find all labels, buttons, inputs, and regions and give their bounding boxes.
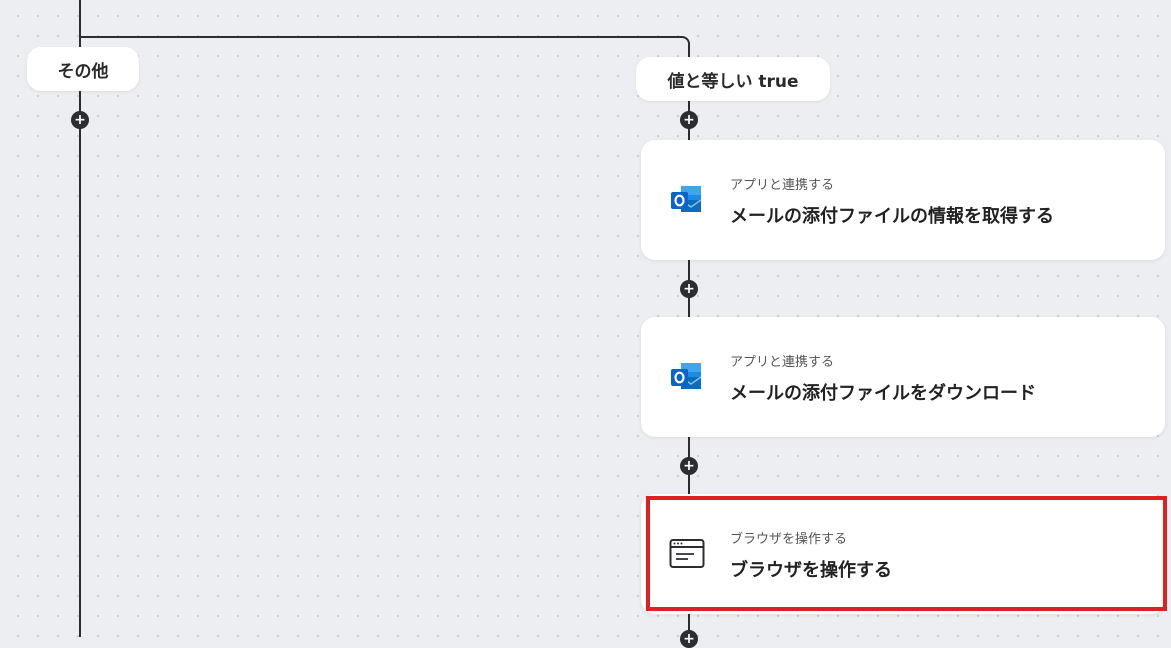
- step-title: ブラウザを操作する: [730, 560, 892, 581]
- top-split-line: [79, 36, 682, 38]
- step-card-browser-operation[interactable]: ブラウザを操作する ブラウザを操作する: [641, 494, 1165, 614]
- step-card-download-attachment[interactable]: アプリと連携する メールの添付ファイルをダウンロード: [641, 317, 1165, 437]
- add-step-button-left[interactable]: +: [71, 111, 89, 129]
- plus-icon: +: [683, 457, 695, 474]
- plus-icon: +: [74, 111, 86, 128]
- branch-label-equals-true[interactable]: 値と等しい true: [636, 57, 830, 101]
- step-title: メールの添付ファイルの情報を取得する: [730, 206, 1054, 227]
- outlook-icon: [669, 359, 705, 395]
- plus-icon: +: [683, 280, 695, 297]
- plus-icon: +: [683, 111, 695, 128]
- left-branch-line: [79, 0, 81, 637]
- flow-canvas[interactable]: その他 値と等しい true + + + + + アプリと連携する メールの添付: [0, 0, 1171, 648]
- step-category: アプリと連携する: [730, 178, 835, 193]
- step-title: メールの添付ファイルをダウンロード: [730, 383, 1036, 404]
- branch-label-equals-true-text: 値と等しい true: [667, 71, 799, 92]
- add-step-button-3[interactable]: +: [680, 457, 698, 475]
- outlook-icon: [669, 182, 705, 218]
- step-category: ブラウザを操作する: [730, 532, 848, 547]
- add-step-button-1[interactable]: +: [680, 111, 698, 129]
- step-card-get-attachment-info[interactable]: アプリと連携する メールの添付ファイルの情報を取得する: [641, 140, 1165, 260]
- branch-label-other[interactable]: その他: [27, 47, 139, 91]
- step-category: アプリと連携する: [730, 355, 835, 370]
- browser-window-icon: [669, 536, 705, 572]
- top-split-corner: [654, 36, 690, 56]
- add-step-button-4[interactable]: +: [680, 630, 698, 648]
- plus-icon: +: [683, 630, 695, 647]
- add-step-button-2[interactable]: +: [680, 280, 698, 298]
- branch-label-other-text: その他: [57, 61, 109, 82]
